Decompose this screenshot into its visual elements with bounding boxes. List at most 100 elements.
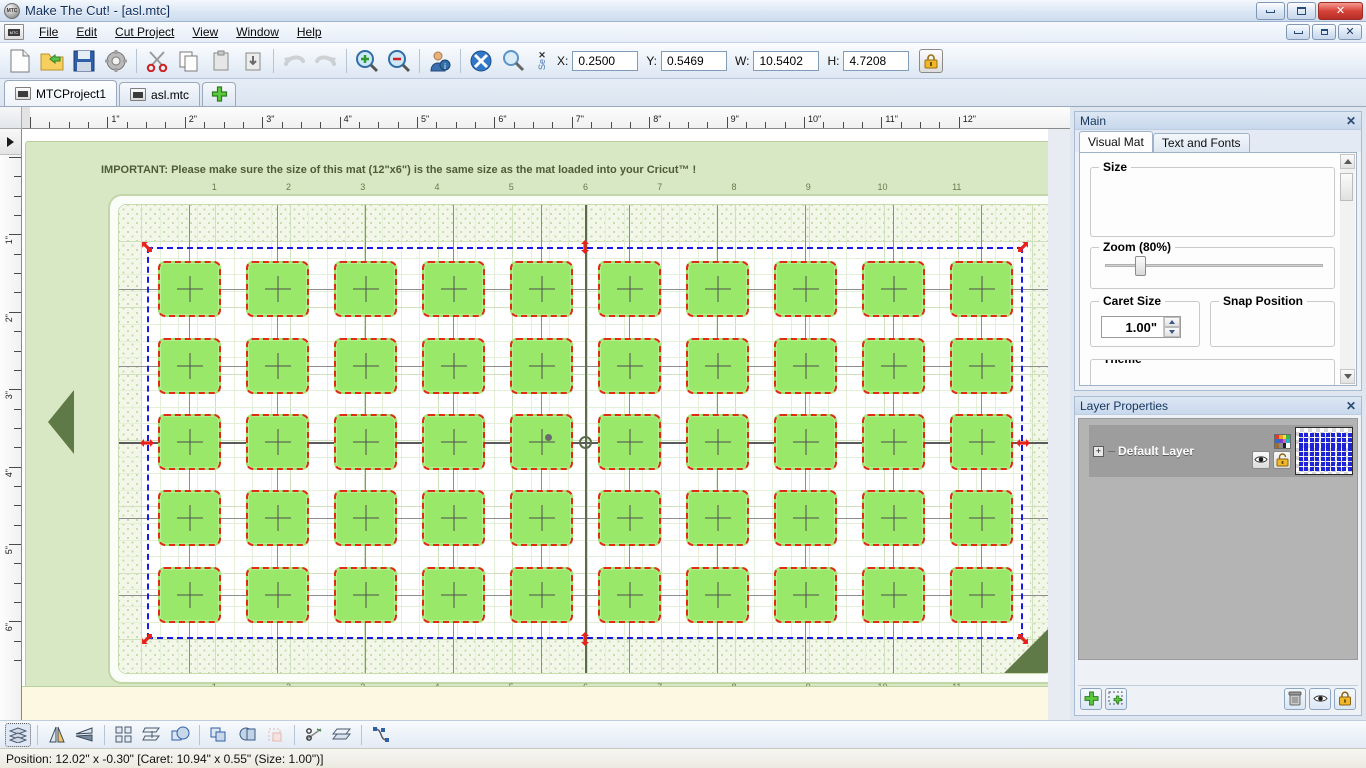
zoom-in-icon[interactable] bbox=[352, 46, 382, 76]
ruler-tick bbox=[668, 122, 670, 128]
cut-preview-icon[interactable] bbox=[466, 46, 496, 76]
new-file-icon[interactable] bbox=[5, 46, 35, 76]
panel-close-icon[interactable]: ✕ bbox=[1346, 399, 1356, 413]
selection-close-icon[interactable]: ✕ bbox=[538, 50, 546, 59]
toggle-lock-button[interactable] bbox=[1334, 687, 1356, 710]
inner-close-button[interactable]: ✕ bbox=[1338, 24, 1362, 40]
break-path-icon[interactable] bbox=[301, 723, 327, 747]
resize-handle-bottom-left[interactable] bbox=[140, 632, 154, 646]
menu-window[interactable]: Window bbox=[227, 22, 288, 42]
tab-visual-mat[interactable]: Visual Mat bbox=[1079, 131, 1153, 152]
maximize-button[interactable] bbox=[1287, 2, 1316, 20]
resize-handle-top-left[interactable] bbox=[140, 240, 154, 254]
thumbnail-shape bbox=[1309, 442, 1314, 447]
menu-view[interactable]: View bbox=[183, 22, 227, 42]
ruler-tick bbox=[14, 447, 21, 449]
canvas-bottom-strip bbox=[22, 686, 1048, 720]
snap-position-group: Snap Position bbox=[1210, 294, 1335, 347]
inner-minimize-button[interactable] bbox=[1286, 24, 1310, 40]
design-canvas[interactable]: IMPORTANT: Please make sure the size of … bbox=[22, 129, 1048, 720]
open-folder-icon[interactable] bbox=[37, 46, 67, 76]
node-edit-icon[interactable] bbox=[368, 723, 394, 747]
height-input[interactable]: 4.7208 bbox=[843, 50, 910, 71]
menu-help[interactable]: Help bbox=[288, 22, 331, 42]
zoom-out-icon[interactable] bbox=[384, 46, 414, 76]
save-disk-icon[interactable] bbox=[69, 46, 99, 76]
width-input[interactable]: 10.5402 bbox=[753, 50, 820, 71]
ruler-tick bbox=[591, 122, 593, 128]
window-controls: ✕ bbox=[1256, 2, 1363, 20]
y-coordinate-input[interactable]: 0.5469 bbox=[661, 50, 728, 71]
panel-scroll-track[interactable] bbox=[1340, 169, 1355, 369]
panel-scroll-down-icon[interactable] bbox=[1340, 369, 1355, 384]
resize-handle-middle-right[interactable] bbox=[1016, 436, 1030, 450]
aspect-lock-icon[interactable] bbox=[919, 48, 944, 73]
rotation-center-handle[interactable] bbox=[579, 436, 592, 449]
menu-edit[interactable]: Edit bbox=[67, 22, 106, 42]
inner-restore-button[interactable] bbox=[1312, 24, 1336, 40]
settings-gear-icon[interactable] bbox=[101, 46, 131, 76]
add-layer-button[interactable] bbox=[1080, 687, 1102, 710]
resize-handle-top-center[interactable] bbox=[578, 240, 592, 254]
resize-handle-top-right[interactable] bbox=[1016, 240, 1030, 254]
distribute-icon[interactable] bbox=[139, 723, 165, 747]
thumbnail-shape bbox=[1320, 447, 1325, 452]
caret-size-increment-icon[interactable] bbox=[1164, 317, 1180, 327]
resize-handle-bottom-center[interactable] bbox=[578, 632, 592, 646]
flip-horizontal-icon[interactable] bbox=[44, 723, 70, 747]
x-coordinate-input[interactable]: 0.2500 bbox=[572, 50, 639, 71]
anchor-point-handle[interactable] bbox=[545, 434, 552, 441]
previous-mat-arrow-icon[interactable] bbox=[48, 390, 74, 454]
ruler-arrow-icon[interactable] bbox=[0, 129, 22, 155]
panel-scroll-thumb[interactable] bbox=[1340, 173, 1353, 201]
menu-cut-project[interactable]: Cut Project bbox=[106, 22, 183, 42]
tab-asl-mtc[interactable]: asl.mtc bbox=[119, 82, 201, 106]
thumbnail-shape bbox=[1342, 457, 1347, 461]
paste-icon[interactable] bbox=[206, 46, 236, 76]
caret-size-stepper[interactable]: 1.00" bbox=[1101, 316, 1181, 338]
thumbnail-shape bbox=[1304, 452, 1309, 457]
ruler-tick bbox=[958, 117, 960, 128]
main-panel-scrollbar[interactable] bbox=[1340, 154, 1355, 384]
ruler-tick bbox=[184, 117, 186, 128]
layer-list[interactable]: + Default Layer bbox=[1078, 418, 1358, 660]
close-button[interactable]: ✕ bbox=[1318, 2, 1363, 20]
panel-close-icon[interactable]: ✕ bbox=[1346, 114, 1356, 128]
shadow-layer-icon[interactable] bbox=[329, 723, 355, 747]
resize-handle-middle-left[interactable] bbox=[140, 436, 154, 450]
ruler-tick bbox=[649, 117, 651, 128]
tab-text-and-fonts[interactable]: Text and Fonts bbox=[1152, 133, 1250, 152]
toggle-visibility-button[interactable] bbox=[1309, 687, 1331, 710]
flip-vertical-icon[interactable] bbox=[72, 723, 98, 747]
minimize-button[interactable] bbox=[1256, 2, 1285, 20]
user-info-icon[interactable]: i bbox=[425, 46, 455, 76]
copy-icon[interactable] bbox=[174, 46, 204, 76]
cut-scissors-icon[interactable] bbox=[142, 46, 172, 76]
zoom-slider-thumb[interactable] bbox=[1135, 256, 1146, 276]
layer-row-default[interactable]: + Default Layer bbox=[1089, 425, 1353, 477]
ruler-tick bbox=[262, 117, 264, 128]
align-grid-icon[interactable] bbox=[111, 723, 137, 747]
unlock-icon[interactable] bbox=[1273, 450, 1291, 469]
main-panel-body: Visual Mat Text and Fonts Size Zoom (80%… bbox=[1074, 129, 1362, 391]
menu-file[interactable]: File bbox=[30, 22, 67, 42]
eye-icon[interactable] bbox=[1252, 450, 1270, 469]
add-selection-layer-button[interactable] bbox=[1105, 687, 1127, 710]
undo-arrow-icon[interactable] bbox=[279, 46, 309, 76]
import-icon[interactable] bbox=[238, 46, 268, 76]
weld-icon[interactable] bbox=[167, 723, 193, 747]
layers-stack-icon[interactable] bbox=[5, 722, 31, 747]
tab-mtcproject1[interactable]: MTCProject1 bbox=[4, 80, 118, 106]
caret-size-spin-buttons[interactable] bbox=[1163, 317, 1180, 337]
panel-scroll-up-icon[interactable] bbox=[1340, 154, 1355, 169]
magnifier-tool-icon[interactable] bbox=[498, 46, 528, 76]
join-icon[interactable] bbox=[234, 723, 260, 747]
layer-expander-icon[interactable]: + bbox=[1093, 445, 1104, 457]
add-tab-button[interactable] bbox=[202, 82, 237, 106]
delete-layer-button[interactable] bbox=[1284, 687, 1306, 710]
redo-arrow-icon[interactable] bbox=[311, 46, 341, 76]
color-palette-icon[interactable] bbox=[1274, 433, 1291, 449]
caret-size-decrement-icon[interactable] bbox=[1164, 327, 1180, 337]
subtract-icon[interactable] bbox=[262, 723, 288, 747]
union-icon[interactable] bbox=[206, 723, 232, 747]
